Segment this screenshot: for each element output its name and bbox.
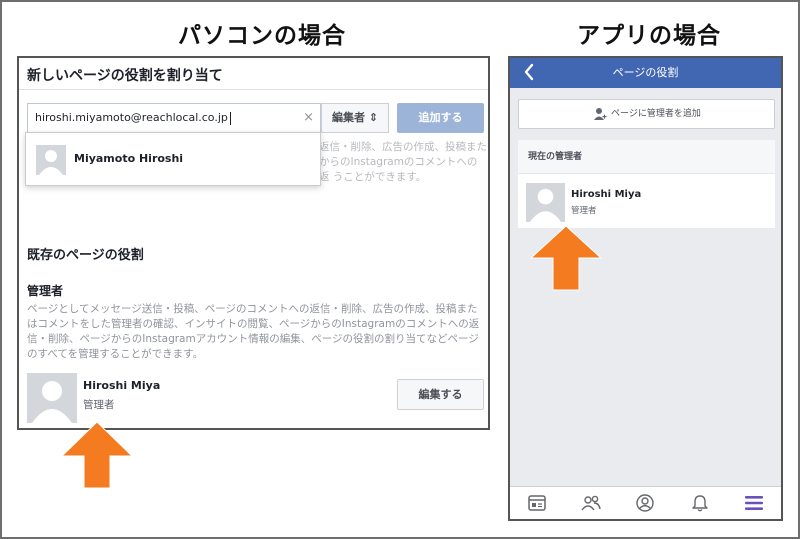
role-select[interactable]: 編集者 ⇕: [321, 103, 389, 133]
pointer-arrow-icon: [529, 225, 603, 291]
admin-user-name[interactable]: Hiroshi Miya: [83, 379, 160, 392]
edit-button[interactable]: 編集する: [397, 379, 484, 410]
divider: [19, 89, 488, 90]
role-description-faded: 返信・削除、広告の作成、投稿また からのInstagramのコメントへの返 うこ…: [319, 141, 487, 183]
avatar: [526, 183, 565, 222]
app-header-title: ページの役割: [612, 66, 679, 79]
admin-user-role: 管理者: [83, 399, 115, 411]
assign-role-heading: 新しいページの役割を割り当て: [27, 68, 223, 84]
user-search-input[interactable]: hiroshi.miyamoto@reachlocal.co.jp ×: [27, 103, 321, 133]
app-section-title: アプリの場合: [577, 23, 721, 49]
add-role-button[interactable]: 追加する: [397, 103, 484, 133]
pages-icon[interactable]: [526, 492, 548, 514]
current-admins-card: 現在の管理者 Hiroshi Miya 管理者: [518, 140, 775, 228]
clear-icon[interactable]: ×: [303, 104, 314, 132]
friends-icon[interactable]: [580, 492, 602, 514]
admin-description: ページとしてメッセージ送信・投稿、ページのコメントへの返信・削除、広告の作成、投…: [27, 303, 480, 360]
user-search-value: hiroshi.miyamoto@reachlocal.co.jp: [35, 111, 228, 124]
app-header: ページの役割: [510, 58, 781, 88]
profile-icon[interactable]: [634, 492, 656, 514]
admin-user-name[interactable]: Hiroshi Miya: [571, 189, 641, 200]
avatar: [27, 373, 77, 423]
pc-page-roles-panel: 新しいページの役割を割り当て hiroshi.miyamoto@reachloc…: [17, 56, 490, 430]
avatar: [36, 145, 66, 175]
add-admin-label: ページに管理者を追加: [611, 109, 701, 119]
add-person-icon: [594, 108, 607, 120]
add-admin-button[interactable]: ページに管理者を追加: [518, 99, 775, 129]
admin-user-role: 管理者: [571, 206, 597, 216]
bottom-tab-bar: [510, 486, 781, 519]
pointer-arrow-icon: [60, 421, 134, 489]
admin-heading: 管理者: [27, 284, 64, 298]
text-caret: [229, 111, 231, 125]
menu-icon[interactable]: [743, 492, 765, 514]
suggestion-name: Miyamoto Hiroshi: [74, 152, 184, 165]
current-admins-heading: 現在の管理者: [518, 140, 775, 174]
notifications-icon[interactable]: [689, 492, 711, 514]
user-suggestion-dropdown[interactable]: Miyamoto Hiroshi: [25, 132, 321, 186]
pc-section-title: パソコンの場合: [178, 23, 346, 49]
existing-roles-heading: 既存のページの役割: [27, 248, 144, 263]
